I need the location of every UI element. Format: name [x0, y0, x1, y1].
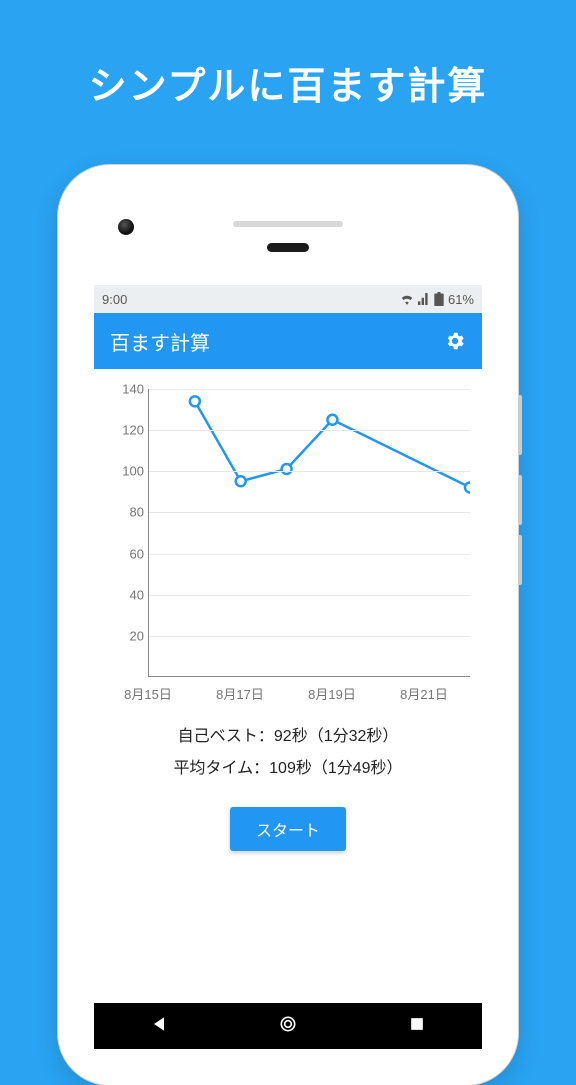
chart-y-tick: 40 [108, 587, 144, 602]
avg-score-label: 平均タイム： [173, 760, 269, 777]
start-button[interactable]: スタート [230, 807, 346, 851]
chart-data-point [327, 415, 337, 425]
chart-gridline [149, 512, 470, 513]
best-score-value: 92秒（1分32秒） [274, 728, 399, 745]
chart-gridline [149, 636, 470, 637]
gear-icon [444, 330, 466, 352]
chart-gridline [149, 554, 470, 555]
chart-gridline [149, 389, 470, 390]
chart-y-tick: 120 [108, 423, 144, 438]
phone-volume-down [518, 535, 522, 585]
chart-gridline [149, 471, 470, 472]
avg-score-value: 109秒（1分49秒） [269, 760, 402, 777]
chart-y-tick: 140 [108, 382, 144, 397]
status-battery-text: 61% [448, 292, 474, 307]
chart-y-tick: 100 [108, 464, 144, 479]
wifi-icon [400, 293, 414, 305]
best-score-row: 自己ベスト：92秒（1分32秒） [98, 721, 478, 753]
phone-power-button [518, 395, 522, 455]
chart-data-point [282, 464, 292, 474]
chart-gridline [149, 595, 470, 596]
main-content: 20 40 60 80 100 120 140 8月15日 8月17日 8月19日 8月21日 自己… [94, 369, 482, 1003]
app-title: 百ます計算 [110, 327, 210, 356]
best-score-label: 自己ベスト： [178, 728, 274, 745]
signal-icon [418, 293, 430, 305]
score-chart: 20 40 60 80 100 120 140 8月15日 8月17日 8月19日 8月21日 [102, 383, 474, 703]
phone-volume-up [518, 475, 522, 525]
chart-y-tick: 20 [108, 628, 144, 643]
nav-back[interactable] [149, 1014, 169, 1039]
chart-x-tick: 8月19日 [308, 684, 356, 703]
phone-speaker-grille [233, 221, 343, 227]
avg-score-row: 平均タイム：109秒（1分49秒） [98, 753, 478, 785]
android-statusbar: 9:00 61% [94, 285, 482, 313]
nav-home[interactable] [278, 1014, 298, 1039]
phone-camera [118, 219, 134, 235]
nav-recent[interactable] [407, 1014, 427, 1039]
chart-gridline [149, 430, 470, 431]
chart-data-point [190, 396, 200, 406]
chart-y-tick: 80 [108, 505, 144, 520]
settings-button[interactable] [444, 330, 466, 352]
phone-frame: 9:00 61% 百ます計算 20406 [58, 165, 518, 1085]
android-navbar [94, 1003, 482, 1049]
chart-x-tick: 8月21日 [400, 684, 448, 703]
chart-x-tick: 8月15日 [124, 684, 172, 703]
chart-data-point [236, 476, 246, 486]
phone-screen: 9:00 61% 百ます計算 20406 [94, 285, 482, 1049]
stats-block: 自己ベスト：92秒（1分32秒） 平均タイム：109秒（1分49秒） [98, 721, 478, 785]
app-bar: 百ます計算 [94, 313, 482, 369]
chart-x-tick: 8月17日 [216, 684, 264, 703]
promo-headline: シンプルに百ます計算 [0, 0, 576, 110]
chart-data-point [465, 482, 470, 492]
status-time: 9:00 [102, 292, 127, 307]
battery-icon [434, 292, 444, 306]
status-right-icons: 61% [400, 292, 474, 307]
phone-earpiece [267, 243, 309, 252]
chart-y-tick: 60 [108, 546, 144, 561]
phone-top-bezel [76, 183, 500, 265]
